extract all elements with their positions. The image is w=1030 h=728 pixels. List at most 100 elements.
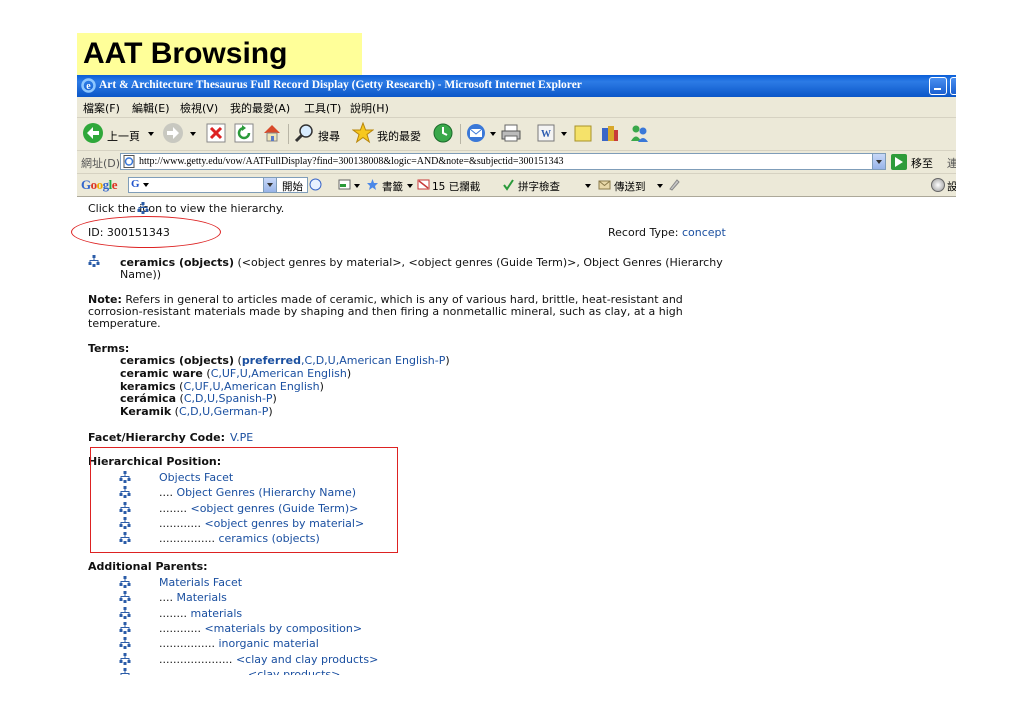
messenger-icon[interactable] <box>628 122 650 144</box>
hierarchy-link[interactable]: materials <box>190 607 242 620</box>
term-qualifiers-link[interactable]: C,D,U,German-P <box>179 405 268 418</box>
send-to-button-label[interactable]: 傳送到 <box>614 179 646 194</box>
term-name: Keramik <box>120 405 172 418</box>
google-start-label[interactable]: 開始 <box>282 179 303 194</box>
hierarchy-icon[interactable] <box>119 622 131 634</box>
hierarchy-icon[interactable] <box>119 637 131 649</box>
menu-help[interactable]: 說明(H) <box>350 100 389 116</box>
hierarchy-indent-dots: ................ <box>159 637 219 651</box>
home-icon[interactable] <box>261 122 283 144</box>
edit-dropdown-icon[interactable] <box>561 132 567 136</box>
record-type-link[interactable]: concept <box>682 226 726 239</box>
google-logo: Google <box>81 177 118 192</box>
svg-text:e: e <box>86 81 91 92</box>
browser-window: e Art & Architecture Thesaurus Full Reco… <box>77 75 956 675</box>
hierarchy-icon[interactable] <box>119 576 131 588</box>
hierarchy-icon[interactable] <box>119 591 131 603</box>
refresh-icon[interactable] <box>233 122 255 144</box>
back-arrow-icon[interactable] <box>82 122 104 144</box>
menu-tools[interactable]: 工具(T) <box>304 100 341 116</box>
menu-favorites[interactable]: 我的最愛(A) <box>230 100 290 116</box>
discuss-icon[interactable] <box>572 122 594 144</box>
search-icon[interactable] <box>293 122 315 144</box>
forward-arrow-icon[interactable] <box>162 122 184 144</box>
hierarchy-row: ............ <materials by composition> <box>159 622 362 635</box>
term-qualifiers-link[interactable]: C,UF,U,American English <box>183 380 319 393</box>
minimize-button[interactable] <box>929 77 947 95</box>
popup-blocker-icon[interactable] <box>417 178 430 191</box>
google-search-dropdown-icon[interactable] <box>263 177 277 193</box>
spellcheck-button-label[interactable]: 拼字檢查 <box>518 179 560 194</box>
google-search-web-icon[interactable] <box>309 178 322 191</box>
term-qualifiers-link[interactable]: C,UF,U,American English <box>211 367 347 380</box>
hierarchy-link[interactable]: <materials by composition> <box>204 622 362 635</box>
favorites-button-label[interactable]: 我的最愛 <box>377 128 421 144</box>
bookmarks-button-label[interactable]: 書籤 <box>382 179 403 194</box>
hierarchy-row: ..................... <clay and clay pro… <box>159 652 378 666</box>
hierarchy-link[interactable]: <clay and clay products> <box>236 653 378 666</box>
page-icon <box>123 155 135 168</box>
hierarchy-row: Materials Facet <box>159 577 242 589</box>
hierarchy-indent-dots: ..................... <box>159 652 236 666</box>
google-menu-dropdown-icon[interactable] <box>143 183 149 187</box>
pagerank-dropdown-icon[interactable] <box>354 184 360 188</box>
term-qualifiers-link[interactable]: C,D,U,Spanish-P <box>184 392 273 405</box>
history-icon[interactable] <box>432 122 454 144</box>
window-titlebar[interactable]: e Art & Architecture Thesaurus Full Reco… <box>77 75 956 97</box>
stop-icon[interactable] <box>205 122 227 144</box>
back-dropdown-icon[interactable] <box>148 132 154 136</box>
hierarchy-icon[interactable] <box>119 653 131 665</box>
send-to-icon[interactable] <box>598 178 611 191</box>
spellcheck-icon[interactable] <box>502 178 515 191</box>
address-label: 網址(D) <box>81 157 121 170</box>
heading-context: (<object genres by material>, <object ge… <box>237 256 723 269</box>
search-button-label[interactable]: 搜尋 <box>318 128 340 144</box>
instruction-text: Click the icon to view the hierarchy. <box>88 202 285 215</box>
go-button-label[interactable]: 移至 <box>911 155 933 171</box>
address-dropdown-icon[interactable] <box>872 153 886 170</box>
hierarchy-icon[interactable] <box>137 202 149 214</box>
forward-dropdown-icon[interactable] <box>190 132 196 136</box>
mail-dropdown-icon[interactable] <box>490 132 496 136</box>
menu-file[interactable]: 檔案(F) <box>83 100 120 116</box>
settings-label[interactable]: 設 <box>947 179 956 194</box>
hierarchy-icon[interactable] <box>119 607 131 619</box>
id-highlight-ellipse <box>71 216 221 248</box>
research-icon[interactable] <box>599 122 621 144</box>
hierarchy-highlight-box <box>90 447 398 553</box>
svg-text:W: W <box>541 129 551 140</box>
menu-bar: 檔案(F) 編輯(E) 檢視(V) 我的最愛(A) 工具(T) 說明(H) <box>77 97 956 118</box>
highlight-pencil-icon[interactable] <box>667 178 680 191</box>
google-pagerank-icon[interactable] <box>338 178 351 191</box>
go-arrow-icon[interactable] <box>891 154 907 170</box>
hierarchy-link[interactable]: <clay products> <box>248 668 340 675</box>
slide-title: AAT Browsing <box>83 37 288 70</box>
mail-icon[interactable] <box>465 122 487 144</box>
menu-view[interactable]: 檢視(V) <box>180 100 218 116</box>
menu-edit[interactable]: 編輯(E) <box>132 100 170 116</box>
term-open-paren: ( <box>202 366 211 380</box>
term-flag-link[interactable]: preferred <box>242 354 301 367</box>
popups-blocked-label[interactable]: 15 已攔截 <box>432 179 480 194</box>
bookmarks-dropdown-icon[interactable] <box>407 184 413 188</box>
address-input[interactable]: http://www.getty.edu/vow/AATFullDisplay?… <box>120 153 884 170</box>
hierarchy-icon[interactable] <box>119 668 131 675</box>
maximize-button[interactable] <box>950 77 956 95</box>
back-button-label[interactable]: 上一頁 <box>107 128 140 144</box>
bookmark-star-icon[interactable] <box>366 178 379 191</box>
hierarchy-link[interactable]: inorganic material <box>218 637 318 650</box>
google-search-input[interactable]: G <box>128 177 308 193</box>
print-icon[interactable] <box>500 122 522 144</box>
term-close-paren: ) <box>445 354 450 367</box>
links-label[interactable]: 連 <box>947 155 956 171</box>
term-name: keramics <box>120 379 176 393</box>
hierarchy-link[interactable]: Materials <box>176 591 226 604</box>
edit-icon[interactable]: W <box>535 122 557 144</box>
hierarchy-link[interactable]: Materials Facet <box>159 576 242 589</box>
favorites-star-icon[interactable] <box>352 122 374 144</box>
settings-icon[interactable] <box>931 178 945 192</box>
term-qualifiers-link[interactable]: ,C,D,U,American English-P <box>301 354 445 367</box>
hierarchy-icon[interactable] <box>88 255 100 267</box>
send-to-dropdown-icon[interactable] <box>657 184 663 188</box>
spellcheck-dropdown-icon[interactable] <box>585 184 591 188</box>
